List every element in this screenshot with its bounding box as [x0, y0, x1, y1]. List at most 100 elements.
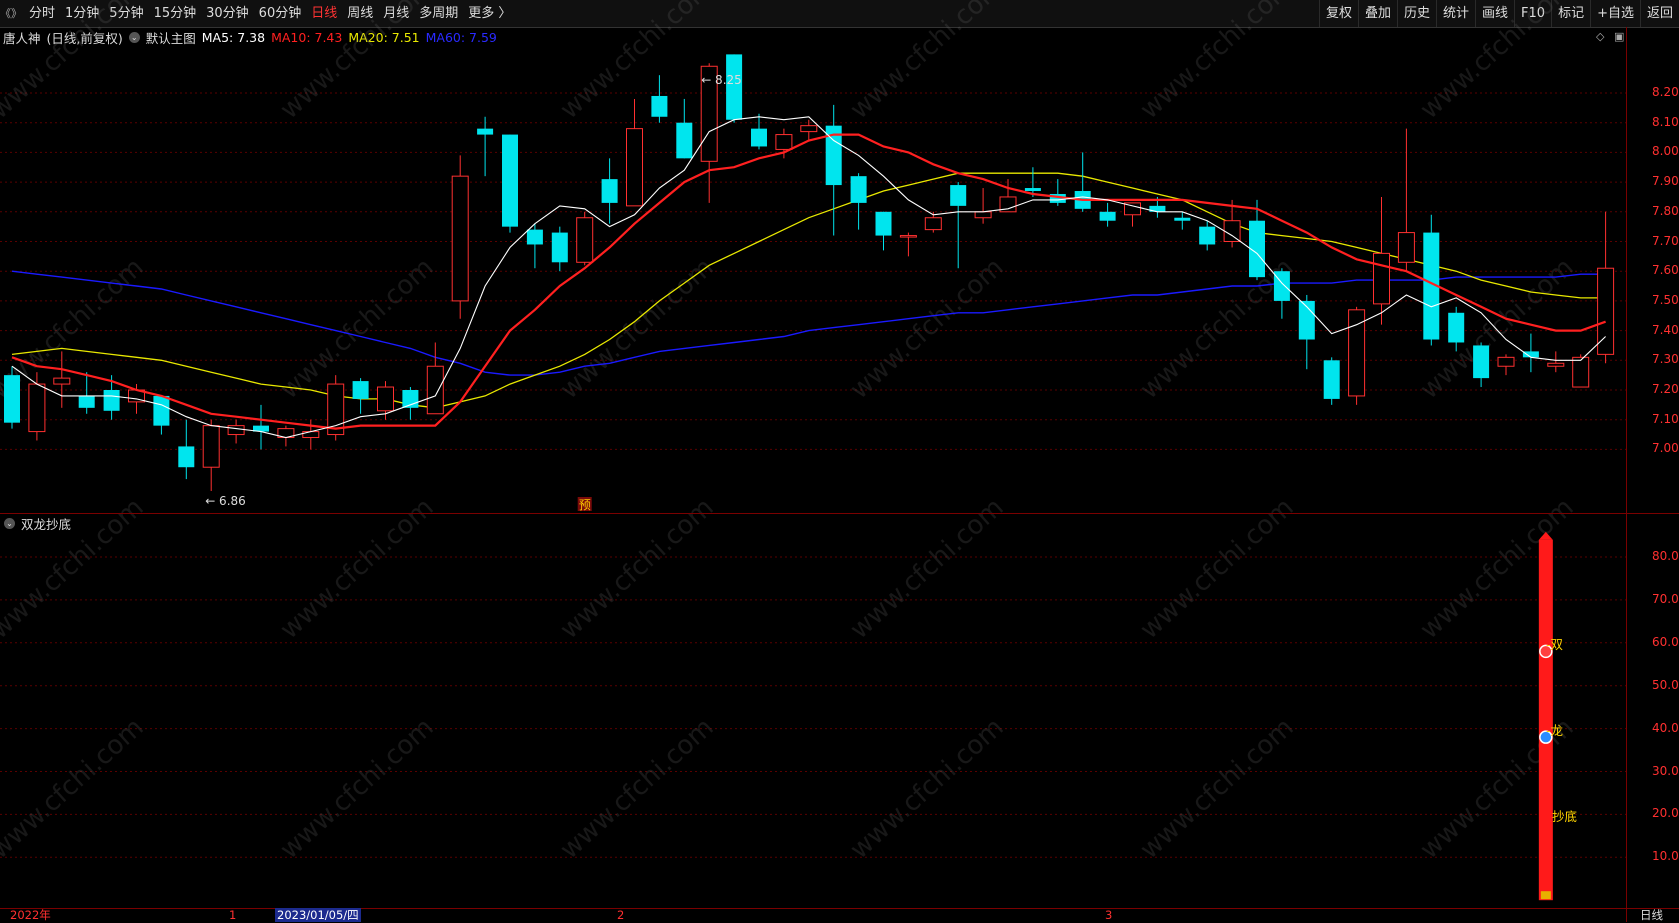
- watermark: www.cfchi.com: [1135, 0, 1300, 125]
- candle-body: [651, 95, 668, 117]
- candle-body: [477, 128, 494, 135]
- candle-body: [53, 377, 71, 385]
- watermark: www.cfchi.com: [0, 252, 150, 405]
- price-tick: 7.90: [1652, 174, 1679, 189]
- candle-body: [850, 176, 867, 203]
- watermark: www.cfchi.com: [275, 492, 440, 645]
- candle-body: [551, 232, 568, 263]
- watermark: www.cfchi.com: [1135, 712, 1300, 865]
- ma5-line: [11, 116, 1606, 439]
- candle-body: [78, 395, 95, 408]
- indicator-tick: 40.00: [1652, 720, 1679, 735]
- indicator-tick: 10.00: [1652, 849, 1679, 864]
- candle-body: [1397, 232, 1415, 263]
- candle-body: [1522, 351, 1539, 358]
- candle-body: [626, 128, 643, 207]
- watermark: www.cfchi.com: [0, 712, 150, 865]
- watermark: www.cfchi.com: [555, 712, 720, 865]
- candle-body: [924, 217, 942, 231]
- candle-body: [352, 381, 369, 399]
- candle-body: [426, 365, 444, 415]
- date-year: 2022年: [10, 908, 51, 922]
- candle-body: [775, 134, 793, 150]
- watermark: www.cfchi.com: [1135, 492, 1300, 645]
- indicator-tick: 80.00: [1652, 549, 1679, 563]
- price-tick: 7.30: [1652, 352, 1679, 367]
- forecast-label: 预: [579, 498, 591, 512]
- candle-body: [1373, 252, 1390, 305]
- indicator-tick: 20.00: [1652, 806, 1679, 821]
- candle-body: [1547, 362, 1565, 367]
- candle-body: [800, 125, 818, 133]
- ma20-line: [11, 172, 1606, 409]
- indicator-tick: 70.00: [1652, 591, 1679, 606]
- low-price-label: ← 6.86: [205, 494, 246, 508]
- date-month-2: 2: [617, 908, 625, 922]
- watermark: www.cfchi.com: [275, 712, 440, 865]
- candle-body: [676, 122, 693, 159]
- indicator-tick: 60.00: [1652, 634, 1679, 649]
- candlestick-chart[interactable]: www.cfchi.com www.cfchi.com www.cfchi.com w…: [0, 0, 1626, 908]
- indicator-tick: 30.00: [1652, 763, 1679, 778]
- date-axis: [0, 908, 1679, 923]
- candle-body: [1572, 356, 1590, 388]
- candle-body: [974, 211, 992, 219]
- candle-body: [103, 390, 120, 411]
- price-tick: 7.20: [1652, 382, 1679, 396]
- watermark: www.cfchi.com: [1415, 492, 1580, 645]
- candle-body: [576, 217, 594, 263]
- candle-body: [1348, 309, 1366, 397]
- indicator-bar-base: [1540, 891, 1551, 900]
- indicator-name: 双龙抄底: [21, 516, 72, 532]
- candle-body: [377, 386, 394, 412]
- watermark: www.cfchi.com: [845, 712, 1010, 865]
- price-tick: 7.50: [1652, 292, 1679, 307]
- candle-body: [1223, 220, 1241, 243]
- tag-shuang: -双: [1546, 637, 1564, 652]
- watermark: www.cfchi.com: [845, 252, 1010, 405]
- candle-body: [227, 425, 245, 436]
- panel-divider[interactable]: [0, 513, 1679, 514]
- watermark: www.cfchi.com: [1415, 252, 1580, 405]
- tag-chaodi: 抄底: [1552, 809, 1578, 824]
- price-tick: 8.00: [1652, 144, 1679, 159]
- price-tick: 7.00: [1652, 441, 1679, 456]
- tag-long: -龙: [1546, 723, 1564, 738]
- price-tick: 7.60: [1652, 263, 1679, 278]
- watermark: www.cfchi.com: [1415, 0, 1580, 125]
- high-price-label: ← 8.25: [701, 73, 742, 87]
- candle-body: [451, 175, 469, 302]
- date-selected[interactable]: 2023/01/05/四: [275, 908, 361, 922]
- date-month-3: 3: [1105, 908, 1113, 922]
- candle-body: [202, 425, 220, 468]
- candle-body: [1099, 211, 1116, 221]
- watermark: www.cfchi.com: [555, 0, 720, 125]
- price-tick: 7.70: [1652, 233, 1679, 248]
- candle-body: [28, 383, 46, 433]
- candle-body: [1497, 356, 1515, 367]
- price-tick: 8.10: [1652, 114, 1679, 129]
- tool-button-8[interactable]: 返回: [1639, 0, 1679, 27]
- chevron-down-icon[interactable]: ⌄: [4, 517, 15, 529]
- price-tick: 8.20: [1652, 85, 1679, 99]
- candle-body: [950, 185, 967, 206]
- watermark: www.cfchi.com: [555, 492, 720, 645]
- axis-divider: [1626, 27, 1627, 922]
- indicator-title[interactable]: ⌄ 双龙抄底: [4, 515, 72, 532]
- candle-body: [1174, 217, 1191, 221]
- candle-body: [1323, 360, 1340, 399]
- period-label: 日线: [1640, 908, 1663, 922]
- candle-body: [899, 235, 917, 238]
- watermark: www.cfchi.com: [0, 0, 150, 125]
- candle-body: [601, 179, 618, 203]
- watermark: www.cfchi.com: [845, 492, 1010, 645]
- candle-body: [526, 229, 543, 245]
- indicator-tick: 50.00: [1652, 677, 1679, 692]
- ma60-line: [11, 270, 1606, 376]
- candle-body: [178, 446, 195, 468]
- price-tick: 7.80: [1652, 203, 1679, 218]
- watermark: www.cfchi.com: [845, 0, 1010, 125]
- price-tick: 7.10: [1652, 411, 1679, 426]
- candle-body: [4, 375, 20, 423]
- candle-body: [1024, 188, 1041, 192]
